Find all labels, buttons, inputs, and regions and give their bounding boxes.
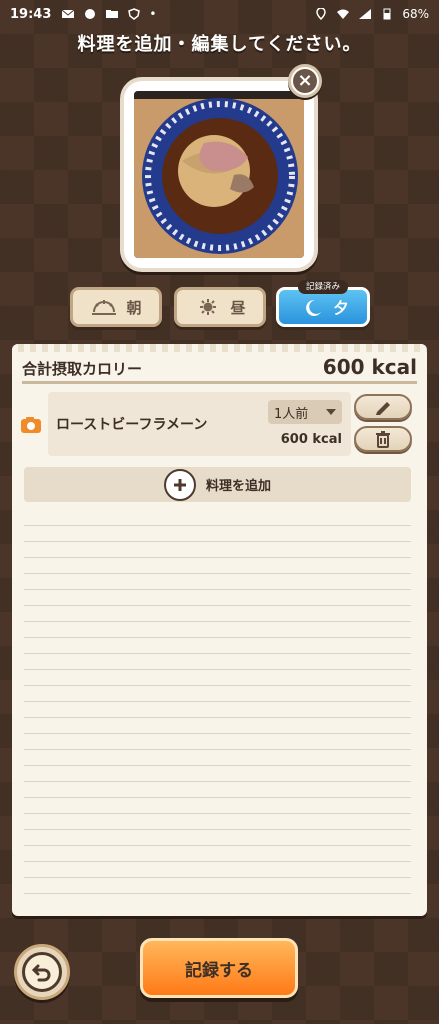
mail-icon [62, 9, 75, 18]
ramen-image [134, 91, 304, 258]
food-item-name: ローストビーフラメーン [56, 417, 208, 433]
dish-photo-frame[interactable] [120, 77, 318, 272]
status-time: 19:43 [10, 6, 52, 22]
meal-notebook-panel: 合計摂取カロリー 600 kcal ローストビーフラメーン 1人前 600 kc… [12, 344, 427, 916]
status-bar: 19:43 • 68% [0, 0, 439, 28]
back-button[interactable] [14, 944, 70, 1000]
wifi-icon [337, 9, 350, 19]
total-calorie-value: 600 kcal [322, 355, 417, 379]
portion-select[interactable]: 1人前 [268, 400, 342, 424]
page-title: 料理を追加・編集してください。 [77, 34, 362, 55]
trash-icon [376, 431, 390, 448]
dish-photo [134, 91, 304, 258]
sunrise-icon [92, 300, 117, 315]
portion-value: 1人前 [274, 406, 309, 422]
more-notifications-dot: • [149, 7, 157, 21]
tab-lunch-label: 昼 [230, 298, 246, 317]
add-dish-button[interactable]: 料理を追加 [24, 467, 411, 502]
delete-food-button[interactable] [354, 426, 412, 452]
close-icon: × [293, 69, 317, 93]
pencil-icon [376, 402, 390, 415]
total-calorie-label: 合計摂取カロリー [22, 360, 143, 378]
system-icons: 68% [314, 7, 429, 21]
meal-tabs: 朝 昼 夕 記録済み [70, 280, 370, 331]
moon-icon [306, 299, 322, 316]
record-button[interactable]: 記録する [140, 938, 298, 998]
recorded-badge: 記録済み [298, 280, 348, 294]
back-arrow-icon [22, 952, 62, 992]
signal-icon [359, 9, 372, 19]
notebook-edge [12, 344, 427, 352]
tab-dinner-label: 夕 [333, 298, 349, 317]
total-calorie-row: 合計摂取カロリー 600 kcal [22, 354, 417, 384]
location-icon [316, 8, 327, 20]
notebook-lines [24, 510, 411, 898]
folder-icon [106, 10, 119, 18]
plus-icon [163, 468, 196, 501]
food-item-kcal: 600 kcal [280, 432, 342, 447]
camera-icon [21, 417, 41, 433]
remove-photo-button[interactable]: × [288, 64, 322, 98]
chevron-down-icon [326, 409, 336, 415]
app-notification-icon [85, 9, 96, 19]
add-dish-label: 料理を追加 [205, 479, 271, 494]
battery-percent: 68% [402, 7, 429, 21]
tab-breakfast[interactable]: 朝 [70, 287, 162, 327]
tab-breakfast-label: 朝 [126, 298, 142, 317]
notification-icons: • [61, 7, 156, 21]
battery-icon [383, 8, 391, 20]
shield-icon [128, 8, 141, 20]
edit-food-button[interactable] [354, 394, 412, 420]
sun-icon [200, 299, 217, 315]
tab-lunch[interactable]: 昼 [174, 287, 266, 327]
